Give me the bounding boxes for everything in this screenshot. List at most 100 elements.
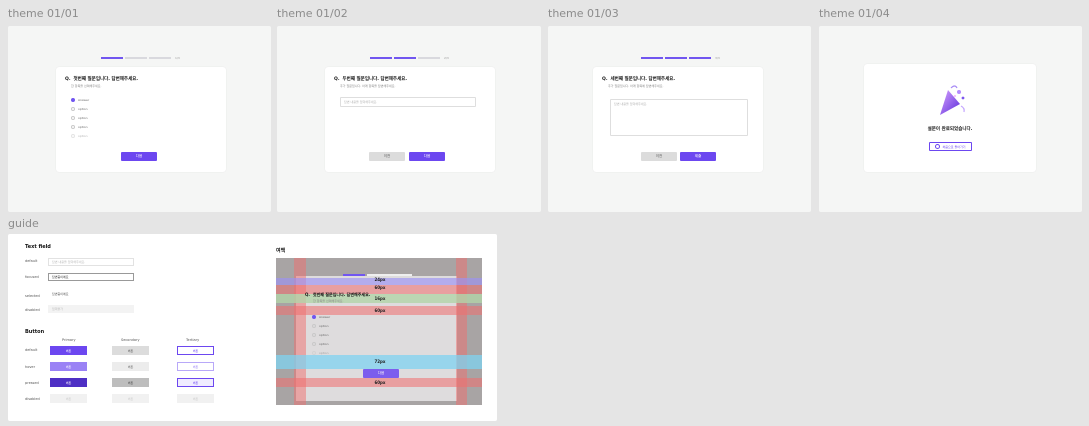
radio-icon <box>312 351 316 355</box>
secondary-hover-button[interactable]: 버튼 <box>112 362 149 371</box>
theme-frame-1[interactable]: 1/3 Q. 첫번째 질문입니다. 답변해주세요. 한 항목을 선택해주세요. A… <box>8 26 271 212</box>
option-4[interactable]: option <box>71 125 88 129</box>
question-title: Q. 두번째 질문입니다. 답변해주세요. <box>334 77 408 82</box>
row-label: default <box>25 348 38 352</box>
frame-label-theme-01-02: theme 01/02 <box>277 7 348 20</box>
progress-bar: 3/3 <box>641 56 720 60</box>
secondary-pressed-button[interactable]: 버튼 <box>112 378 149 387</box>
spacing-option: option <box>312 342 329 346</box>
spacing-label: 24px <box>374 277 386 282</box>
question-card: Q. 두번째 질문입니다. 답변해주세요. 추가 질문입니다. 아래 항목을 답변… <box>325 67 495 172</box>
prev-button[interactable]: 이전 <box>641 152 677 161</box>
tertiary-default-button[interactable]: 버튼 <box>177 346 214 355</box>
option-1[interactable]: Answer <box>71 98 89 102</box>
progress-text: 3/3 <box>715 56 720 60</box>
spacing-option: option <box>312 351 329 355</box>
radio-selected-icon <box>312 315 316 319</box>
primary-disabled-button: 버튼 <box>50 394 87 403</box>
spacing-label: 60px <box>374 285 386 290</box>
radio-icon <box>71 107 75 111</box>
theme-frame-3[interactable]: 3/3 Q. 세번째 질문입니다. 답변해주세요. 추가 질문입니다. 아래 항목… <box>548 26 811 212</box>
spacing-label: 16px <box>374 296 386 301</box>
state-label: selected <box>25 294 40 298</box>
question-mark: Q. <box>65 77 71 82</box>
tertiary-pressed-button[interactable]: 버튼 <box>177 378 214 387</box>
textfield-disabled: 입력불가 <box>48 305 134 313</box>
radio-icon <box>71 116 75 120</box>
textfield-default[interactable]: 답변 내용을 입력해주세요. <box>48 258 134 266</box>
state-label: default <box>25 259 38 263</box>
col-label-secondary: Secondary <box>121 338 140 342</box>
spacing-label: 60px <box>374 380 386 385</box>
state-label: disabled <box>25 308 40 312</box>
answer-input[interactable]: 답변 내용을 입력해주세요. <box>340 97 476 107</box>
spacing-label: 72px <box>374 359 386 364</box>
spacing-label: 60px <box>374 308 386 313</box>
option-2[interactable]: option <box>71 107 88 111</box>
secondary-default-button[interactable]: 버튼 <box>112 346 149 355</box>
next-button[interactable]: 다음 <box>121 152 157 161</box>
primary-hover-button[interactable]: 버튼 <box>50 362 87 371</box>
progress-bar: 1/3 <box>101 56 180 60</box>
question-card: Q. 세번째 질문입니다. 답변해주세요. 추가 질문입니다. 아래 항목에 답변… <box>593 67 763 172</box>
question-title: Q. 세번째 질문입니다. 답변해주세요. <box>602 77 676 82</box>
submit-button[interactable]: 제출 <box>680 152 716 161</box>
frame-label-theme-01-03: theme 01/03 <box>548 7 619 20</box>
answer-textarea[interactable]: 답변 내용을 입력해주세요. <box>610 99 748 136</box>
textfield-selected[interactable]: 답변중이에요 <box>48 290 134 298</box>
complete-title: 설문이 완료되었습니다. <box>927 127 973 132</box>
spacing-option: option <box>312 333 329 337</box>
question-sub: 추가 질문입니다. 아래 항목을 답변해주세요. <box>340 84 396 88</box>
guide-frame[interactable]: Text field default 답변 내용을 입력해주세요. focuse… <box>8 234 497 421</box>
frame-label-guide: guide <box>8 217 39 230</box>
textfield-focused[interactable]: 답변중이에요 <box>48 273 134 281</box>
spacing-next-button: 다음 <box>363 369 399 378</box>
question-sub: 추가 질문입니다. 아래 항목에 답변해주세요. <box>608 84 664 88</box>
question-card: Q. 첫번째 질문입니다. 답변해주세요. 한 항목을 선택해주세요. Answe… <box>56 67 226 172</box>
refresh-icon <box>935 144 941 149</box>
progress-segment <box>367 274 412 276</box>
row-label: hover <box>25 365 36 369</box>
progress-bar: 2/3 <box>370 56 449 60</box>
frame-label-theme-01-01: theme 01/01 <box>8 7 79 20</box>
state-label: focused <box>25 275 39 279</box>
progress-segment <box>343 274 365 276</box>
row-label: pressed <box>25 381 39 385</box>
question-sub: 한 항목을 선택해주세요. <box>71 84 102 88</box>
question-text: 세번째 질문입니다. 답변해주세요. <box>610 77 676 82</box>
spacing-question-sub: 한 항목을 선택해주세요. <box>313 299 344 303</box>
tertiary-disabled-button: 버튼 <box>177 394 214 403</box>
secondary-disabled-button: 버튼 <box>112 394 149 403</box>
question-text: 첫번째 질문입니다. 답변해주세요. <box>73 77 139 82</box>
radio-icon <box>71 125 75 129</box>
option-5[interactable]: option <box>71 134 88 138</box>
spacing-option: option <box>312 324 329 328</box>
col-label-primary: Primary <box>62 338 76 342</box>
spacing-option: Answer <box>312 315 330 319</box>
primary-default-button[interactable]: 버튼 <box>50 346 87 355</box>
primary-pressed-button[interactable]: 버튼 <box>50 378 87 387</box>
radio-icon <box>312 333 316 337</box>
option-3[interactable]: option <box>71 116 88 120</box>
spacing-question: Q. 첫번째 질문입니다. 답변해주세요. <box>305 292 371 297</box>
complete-card: 설문이 완료되었습니다. 처음으로 돌아가기 <box>864 64 1036 172</box>
progress-text: 2/3 <box>444 56 449 60</box>
tertiary-hover-button[interactable]: 버튼 <box>177 362 214 371</box>
spacing-mockup: 24px 60px 16px 60px 72px 60px Q. 첫번째 질문입니… <box>276 258 482 405</box>
prev-button[interactable]: 이전 <box>369 152 405 161</box>
radio-icon <box>312 324 316 328</box>
next-button[interactable]: 다음 <box>409 152 445 161</box>
button-title: Button <box>25 329 45 335</box>
radio-icon <box>71 134 75 138</box>
spacing-title: 여백 <box>276 248 286 254</box>
theme-frame-2[interactable]: 2/3 Q. 두번째 질문입니다. 답변해주세요. 추가 질문입니다. 아래 항목… <box>277 26 541 212</box>
col-label-tertiary: Tertiary <box>186 338 200 342</box>
theme-frame-4[interactable]: 설문이 완료되었습니다. 처음으로 돌아가기 <box>819 26 1082 212</box>
progress-text: 1/3 <box>175 56 180 60</box>
home-button[interactable]: 처음으로 돌아가기 <box>929 142 972 151</box>
frame-label-theme-01-04: theme 01/04 <box>819 7 890 20</box>
radio-selected-icon <box>71 98 75 102</box>
row-label: disabled <box>25 397 40 401</box>
radio-icon <box>312 342 316 346</box>
question-title: Q. 첫번째 질문입니다. 답변해주세요. <box>65 76 138 82</box>
